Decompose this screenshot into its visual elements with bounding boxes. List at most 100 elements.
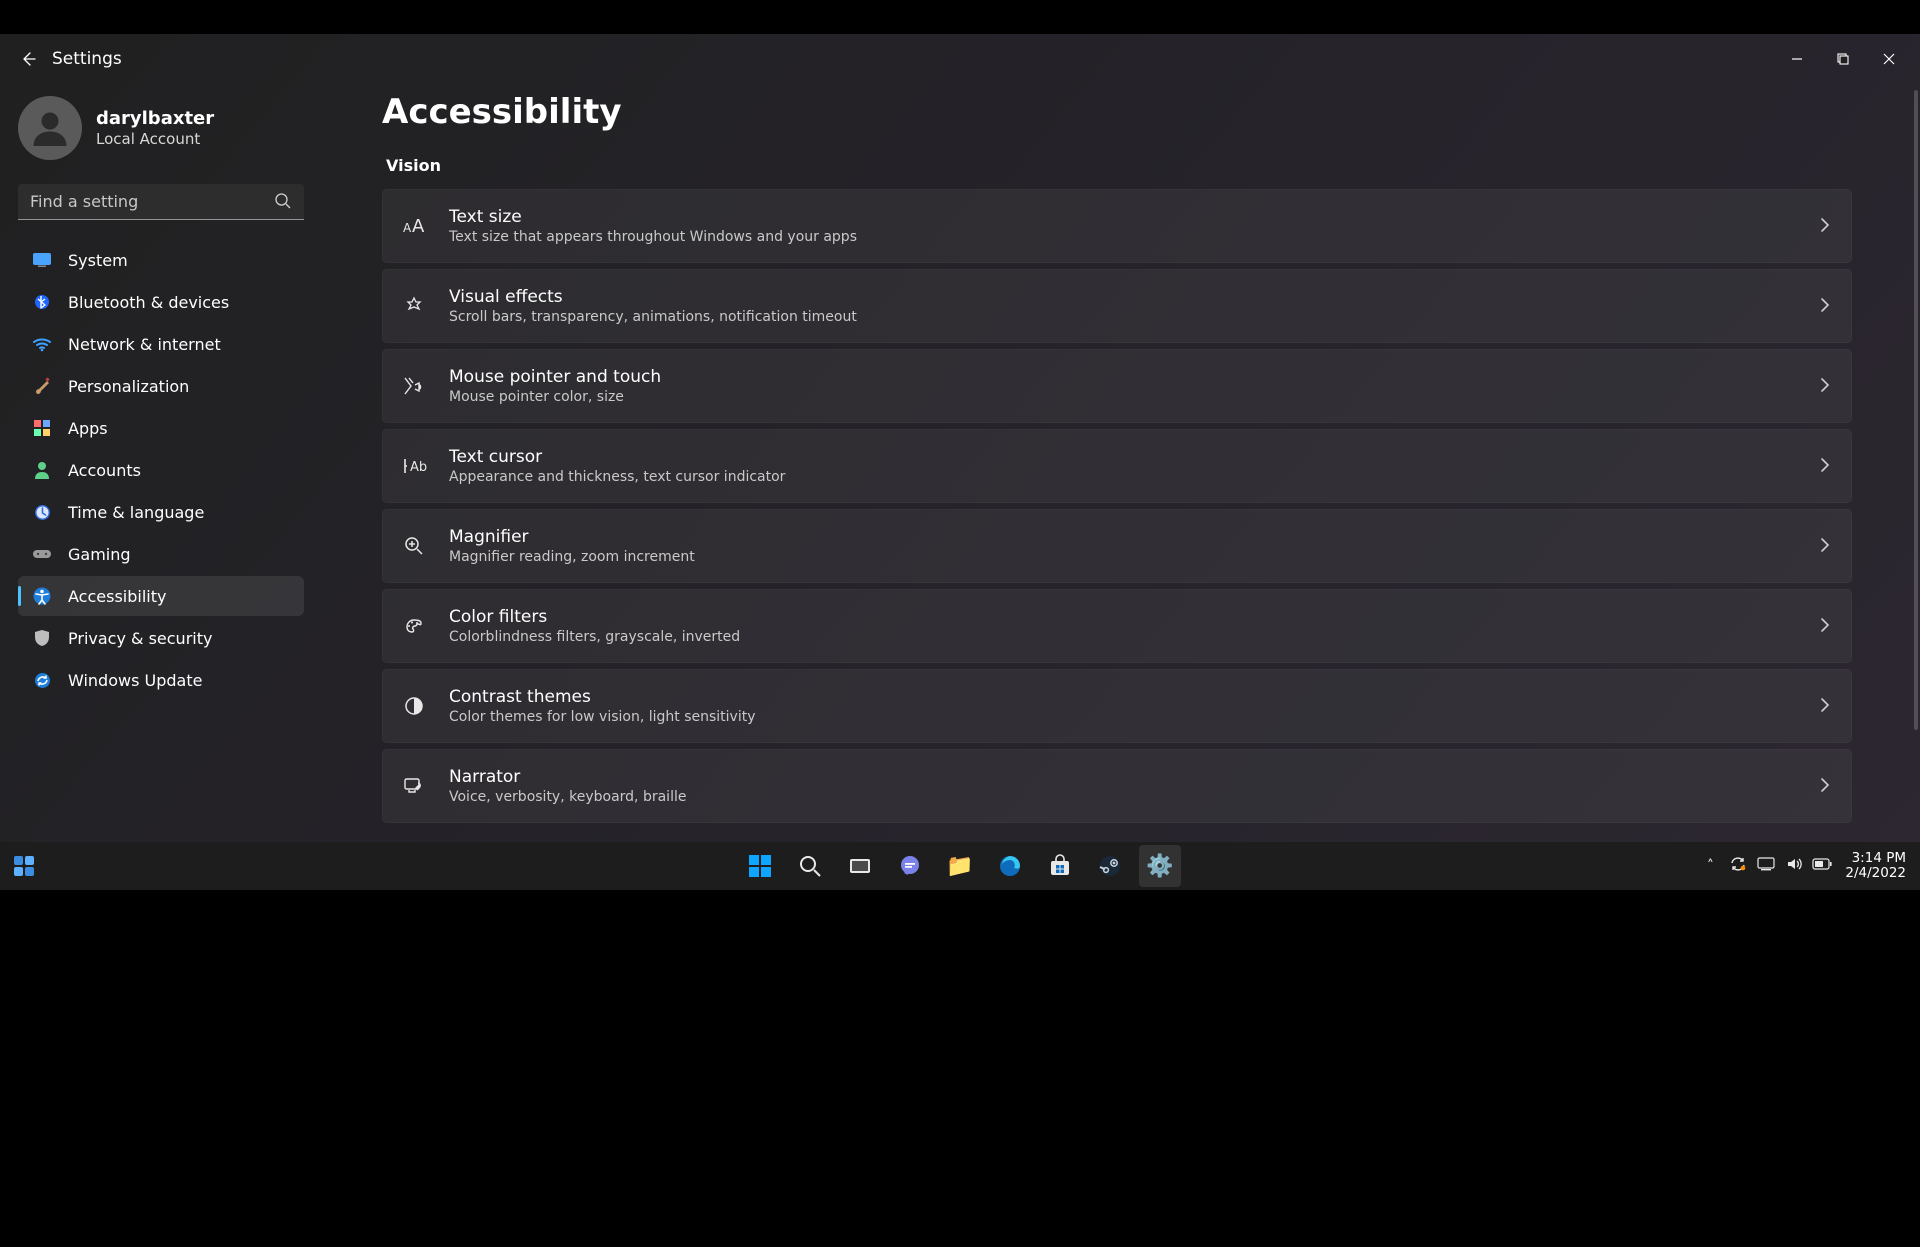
page-title: Accessibility [382, 92, 1852, 132]
chevron-right-icon [1821, 377, 1829, 396]
avatar [18, 96, 82, 160]
chevron-right-icon [1821, 297, 1829, 316]
search-icon [799, 855, 821, 877]
setting-card-visual-effects[interactable]: Visual effectsScroll bars, transparency,… [382, 269, 1852, 343]
sidebar-item-apps[interactable]: Apps [18, 408, 304, 448]
sidebar-item-accounts[interactable]: Accounts [18, 450, 304, 490]
card-icon [401, 296, 427, 316]
tray-sync-icon[interactable] [1727, 856, 1749, 876]
store-icon [1049, 855, 1071, 877]
sidebar-item-label: Accounts [68, 461, 141, 480]
svg-text:Ab: Ab [410, 460, 427, 475]
taskbar-clock[interactable]: 3:14 PM 2/4/2022 [1839, 851, 1912, 881]
tray-overflow-icon[interactable]: ˄ [1699, 858, 1721, 874]
card-icon [401, 536, 427, 556]
chevron-right-icon [1821, 217, 1829, 236]
svg-text:A: A [403, 221, 412, 235]
card-title: Color filters [449, 606, 1799, 628]
setting-card-text-cursor[interactable]: Ab Text cursorAppearance and thickness, t… [382, 429, 1852, 503]
setting-card-text-size[interactable]: AAText sizeText size that appears throug… [382, 189, 1852, 263]
card-icon [401, 776, 427, 796]
tray-input-icon[interactable] [1755, 857, 1777, 875]
card-description: Scroll bars, transparency, animations, n… [449, 308, 1799, 326]
account-name: darylbaxter [96, 108, 214, 130]
sidebar-item-label: Apps [68, 419, 108, 438]
search-box[interactable] [18, 184, 304, 220]
card-icon [401, 696, 427, 716]
window-maximize-button[interactable] [1820, 42, 1866, 76]
setting-card-mouse-pointer-and-touch[interactable]: Mouse pointer and touchMouse pointer col… [382, 349, 1852, 423]
taskbar: 📁 ⚙️ ˄ 3:14 PM 2/4/2022 [0, 842, 1920, 890]
edge-icon [999, 855, 1021, 877]
sidebar-item-label: Privacy & security [68, 629, 212, 648]
window-minimize-button[interactable] [1774, 42, 1820, 76]
taskbar-start-button[interactable] [739, 845, 781, 887]
card-description: Voice, verbosity, keyboard, braille [449, 788, 1799, 806]
chevron-right-icon [1821, 777, 1829, 796]
sidebar-item-label: Accessibility [68, 587, 166, 606]
card-title: Magnifier [449, 526, 1799, 548]
sidebar-item-gaming[interactable]: Gaming [18, 534, 304, 574]
account-profile[interactable]: darylbaxter Local Account [18, 96, 322, 160]
taskbar-edge-button[interactable] [989, 845, 1031, 887]
taskbar-date: 2/4/2022 [1845, 866, 1906, 881]
sidebar-item-system[interactable]: System [18, 240, 304, 280]
sidebar-item-label: Network & internet [68, 335, 221, 354]
setting-card-color-filters[interactable]: Color filtersColorblindness filters, gra… [382, 589, 1852, 663]
nav-icon [32, 628, 52, 648]
taskbar-taskview-button[interactable] [839, 845, 881, 887]
card-icon [401, 376, 427, 396]
card-icon: AA [401, 216, 427, 236]
card-description: Mouse pointer color, size [449, 388, 1799, 406]
taskbar-store-button[interactable] [1039, 845, 1081, 887]
sidebar-item-network-internet[interactable]: Network & internet [18, 324, 304, 364]
taskbar-search-button[interactable] [789, 845, 831, 887]
taskbar-steam-button[interactable] [1089, 845, 1131, 887]
taskbar-time: 3:14 PM [1845, 851, 1906, 866]
taskview-icon [849, 856, 871, 876]
card-icon: Ab [401, 457, 427, 475]
nav-icon [32, 292, 52, 312]
nav-icon [32, 544, 52, 564]
taskbar-settings-button[interactable]: ⚙️ [1139, 845, 1181, 887]
system-tray[interactable]: ˄ 3:14 PM 2/4/2022 [1699, 851, 1912, 881]
sidebar-item-time-language[interactable]: Time & language [18, 492, 304, 532]
card-title: Narrator [449, 766, 1799, 788]
search-icon [274, 192, 292, 214]
account-subtitle: Local Account [96, 130, 214, 148]
title-bar: Settings [0, 34, 1920, 84]
card-title: Visual effects [449, 286, 1799, 308]
card-description: Magnifier reading, zoom increment [449, 548, 1799, 566]
scrollbar-thumb[interactable] [1914, 90, 1918, 730]
sidebar-item-accessibility[interactable]: Accessibility [18, 576, 304, 616]
sidebar-item-windows-update[interactable]: Windows Update [18, 660, 304, 700]
main-pane: Accessibility Vision AAText sizeText siz… [322, 84, 1920, 890]
sidebar-item-privacy-security[interactable]: Privacy & security [18, 618, 304, 658]
nav-icon [32, 250, 52, 270]
window-close-button[interactable] [1866, 42, 1912, 76]
sidebar-item-label: Time & language [68, 503, 204, 522]
sidebar-item-personalization[interactable]: Personalization [18, 366, 304, 406]
setting-card-contrast-themes[interactable]: Contrast themesColor themes for low visi… [382, 669, 1852, 743]
nav-icon [32, 586, 52, 606]
chevron-right-icon [1821, 697, 1829, 716]
nav-list: SystemBluetooth & devices Network & inter… [18, 240, 322, 700]
back-button[interactable] [8, 39, 48, 79]
section-label: Vision [386, 156, 1852, 175]
card-title: Text cursor [449, 446, 1799, 468]
sidebar: darylbaxter Local Account SystemBluetoot… [0, 84, 322, 890]
tray-volume-icon[interactable] [1783, 856, 1805, 876]
app-title: Settings [52, 49, 122, 69]
taskbar-explorer-button[interactable]: 📁 [939, 845, 981, 887]
folder-icon: 📁 [946, 854, 973, 879]
nav-icon [32, 460, 52, 480]
card-description: Appearance and thickness, text cursor in… [449, 468, 1799, 486]
search-input[interactable] [18, 184, 304, 220]
taskbar-chat-button[interactable] [889, 845, 931, 887]
sidebar-item-bluetooth-devices[interactable]: Bluetooth & devices [18, 282, 304, 322]
back-arrow-icon [20, 51, 36, 67]
setting-card-magnifier[interactable]: MagnifierMagnifier reading, zoom increme… [382, 509, 1852, 583]
tray-battery-icon[interactable] [1811, 858, 1833, 874]
taskbar-widgets-button[interactable] [3, 845, 45, 887]
setting-card-narrator[interactable]: NarratorVoice, verbosity, keyboard, brai… [382, 749, 1852, 823]
